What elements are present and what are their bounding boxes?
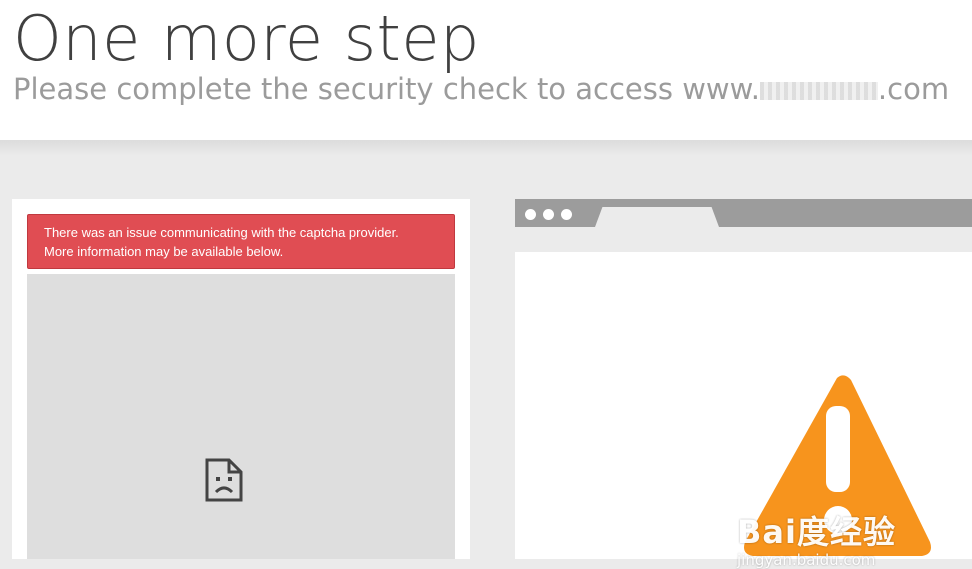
browser-tab <box>595 207 719 227</box>
subtitle-suffix: .com <box>877 72 950 106</box>
baidu-watermark: Bai度经验 jingyan.baidu.com <box>737 507 896 569</box>
subtitle-prefix: Please complete the security check to ac… <box>13 72 760 106</box>
error-line-1: There was an issue communicating with th… <box>44 225 399 240</box>
captcha-frame[interactable] <box>27 274 455 559</box>
captcha-error-message: There was an issue communicating with th… <box>27 214 455 269</box>
captcha-panel: There was an issue communicating with th… <box>12 199 470 559</box>
window-dot-icon <box>525 209 536 220</box>
redacted-domain <box>759 82 878 100</box>
watermark-brand: Bai度经验 <box>737 513 896 551</box>
page-subtitle: Please complete the security check to ac… <box>13 72 949 106</box>
window-dot-icon <box>561 209 572 220</box>
sad-document-icon <box>205 458 243 502</box>
header-shadow <box>0 140 972 156</box>
page-title: One more step <box>13 2 480 75</box>
window-dot-icon <box>543 209 554 220</box>
browser-illustration: Bai度经验 jingyan.baidu.com <box>515 199 972 569</box>
error-line-2: More information may be available below. <box>44 244 284 259</box>
header: One more step Please complete the securi… <box>0 0 972 140</box>
browser-title-bar <box>515 199 972 227</box>
watermark-url: jingyan.baidu.com <box>737 551 876 569</box>
browser-body: Bai度经验 jingyan.baidu.com <box>515 252 972 569</box>
